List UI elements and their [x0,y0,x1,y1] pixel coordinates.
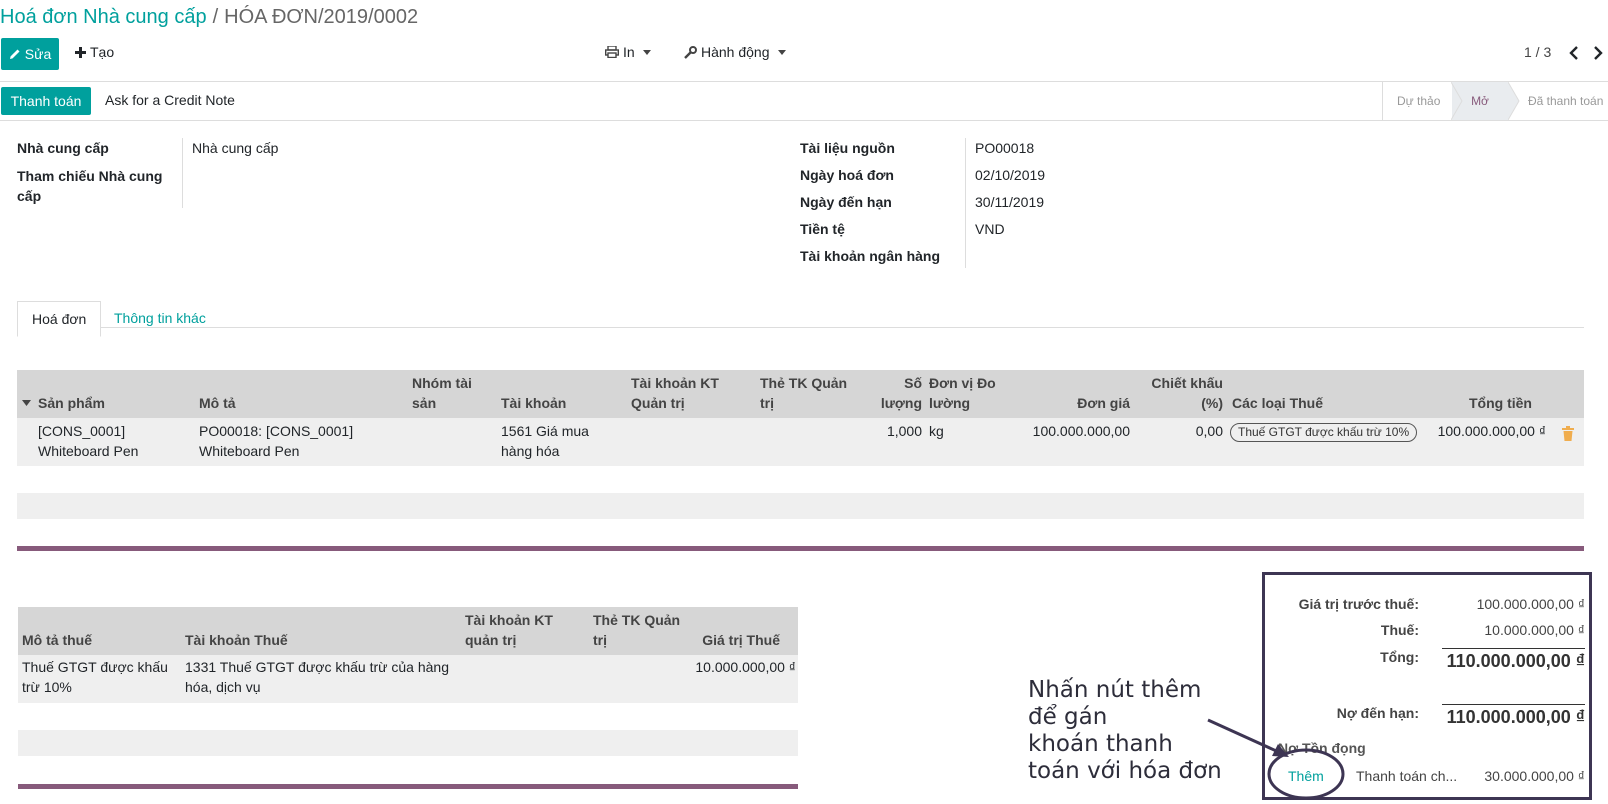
annotation-text: Nhấn nút thêm để gán khoán thanh toán vớ… [1028,677,1222,784]
annotation-overlay [1207,718,1345,800]
annotation-circle [1267,748,1345,800]
